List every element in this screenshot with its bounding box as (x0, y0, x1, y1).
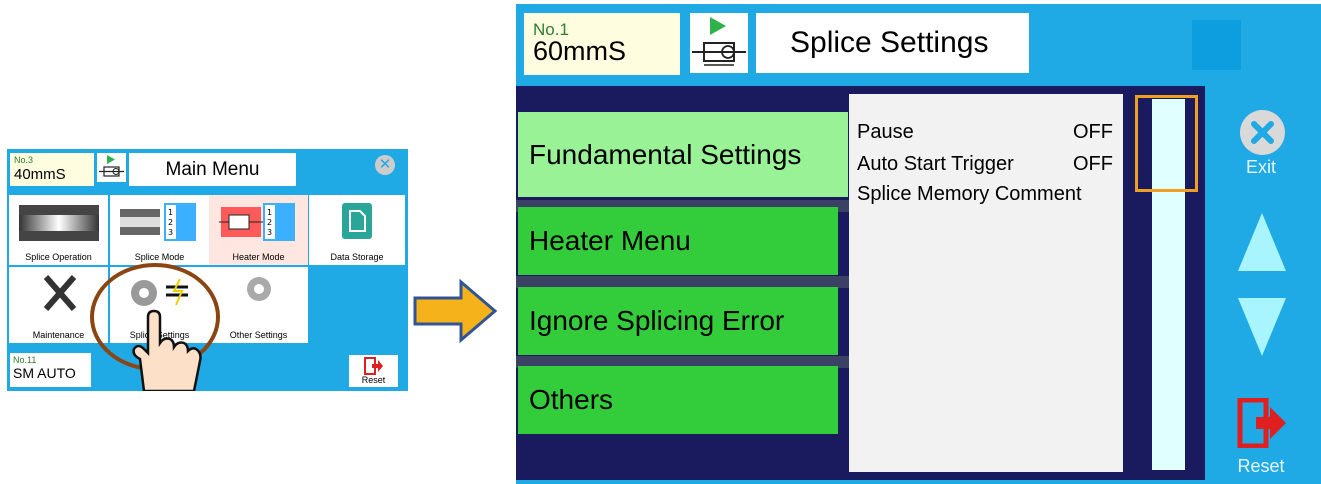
heater-program-box[interactable]: No.11 SM AUTO (10, 353, 91, 387)
heater-program-number: No.11 (13, 355, 37, 365)
menu-item-label: Fundamental Settings (529, 138, 802, 170)
splice-settings-screen: No.1 60mmS Splice Settings Fundamental S… (516, 4, 1321, 484)
arrow-right-icon (413, 278, 497, 344)
reset-button[interactable]: Reset (349, 355, 398, 387)
tile-heater-mode[interactable]: 1 2 3 Heater Mode (209, 195, 308, 265)
heater-mode-icon: 1 2 3 (219, 203, 295, 241)
exit-label[interactable]: Exit (1216, 157, 1306, 178)
heater-program-name: SM AUTO (13, 365, 76, 381)
empty-slot (1192, 20, 1241, 70)
main-menu-screen: No.3 40mmS Main Menu ✕ Splice Operation … (7, 149, 408, 391)
hand-pointer-icon (132, 309, 202, 391)
start-icon[interactable] (97, 153, 126, 182)
setting-name: Splice Memory Comment (857, 183, 1082, 205)
close-icon[interactable]: ✕ (375, 155, 395, 175)
page-title-box: Splice Settings (756, 13, 1029, 73)
exit-door-icon[interactable] (1236, 398, 1288, 448)
menu-item-label: Ignore Splicing Error (529, 305, 785, 336)
splice-program-box[interactable]: No.1 60mmS (524, 13, 680, 75)
setting-pause[interactable]: Pause OFF (857, 121, 1113, 144)
setting-value: OFF (1073, 153, 1113, 175)
reset-label: Reset (361, 375, 386, 385)
start-icon[interactable] (690, 13, 748, 73)
tile-label: Data Storage (330, 252, 384, 262)
page-title: Splice Settings (790, 26, 989, 59)
program-name: 60mmS (533, 36, 627, 66)
tile-splice-operation[interactable]: Splice Operation (9, 195, 108, 265)
tile-splice-mode[interactable]: 1 2 3 Splice Mode (110, 195, 209, 265)
document-icon (342, 203, 372, 239)
svg-text:3: 3 (267, 228, 272, 237)
tile-data-storage[interactable]: Data Storage (309, 195, 405, 265)
wrench-icon (43, 275, 77, 311)
exit-door-icon (364, 357, 383, 375)
menu-item-label: Others (529, 384, 614, 415)
setting-name: Auto Start Trigger (857, 153, 1014, 175)
program-number: No.3 (14, 155, 34, 165)
svg-text:1: 1 (168, 208, 173, 217)
scrollbar-thumb[interactable] (1135, 95, 1198, 192)
setting-auto-start-trigger[interactable]: Auto Start Trigger OFF (857, 153, 1113, 176)
arrow-up-icon[interactable] (1236, 211, 1288, 273)
setting-splice-memory-comment[interactable]: Splice Memory Comment (857, 183, 1113, 206)
close-icon[interactable] (1240, 110, 1285, 155)
svg-text:3: 3 (168, 228, 173, 237)
menu-item-label: Heater Menu (529, 225, 691, 256)
svg-text:1: 1 (267, 208, 272, 217)
setting-value: OFF (1073, 121, 1113, 143)
splice-mode-icon: 1 2 3 (120, 203, 196, 241)
arrow-down-icon[interactable] (1236, 296, 1288, 358)
program-name: 40mmS (14, 166, 66, 183)
setting-name: Pause (857, 121, 914, 143)
gear-icon (247, 277, 271, 301)
svg-text:2: 2 (168, 218, 173, 227)
menu-item-others[interactable]: Others (518, 366, 838, 434)
splice-program-box[interactable]: No.3 40mmS (10, 153, 94, 186)
menu-item-heater-menu[interactable]: Heater Menu (518, 207, 838, 275)
menu-item-ignore-splicing-error[interactable]: Ignore Splicing Error (518, 287, 838, 355)
reset-label[interactable]: Reset (1216, 456, 1306, 477)
fiber-icon (19, 205, 99, 241)
svg-text:2: 2 (267, 218, 272, 227)
menu-item-fundamental-settings[interactable]: Fundamental Settings (518, 112, 848, 200)
page-title: Main Menu (129, 153, 296, 186)
settings-list: Pause OFF Auto Start Trigger OFF Splice … (849, 94, 1123, 472)
